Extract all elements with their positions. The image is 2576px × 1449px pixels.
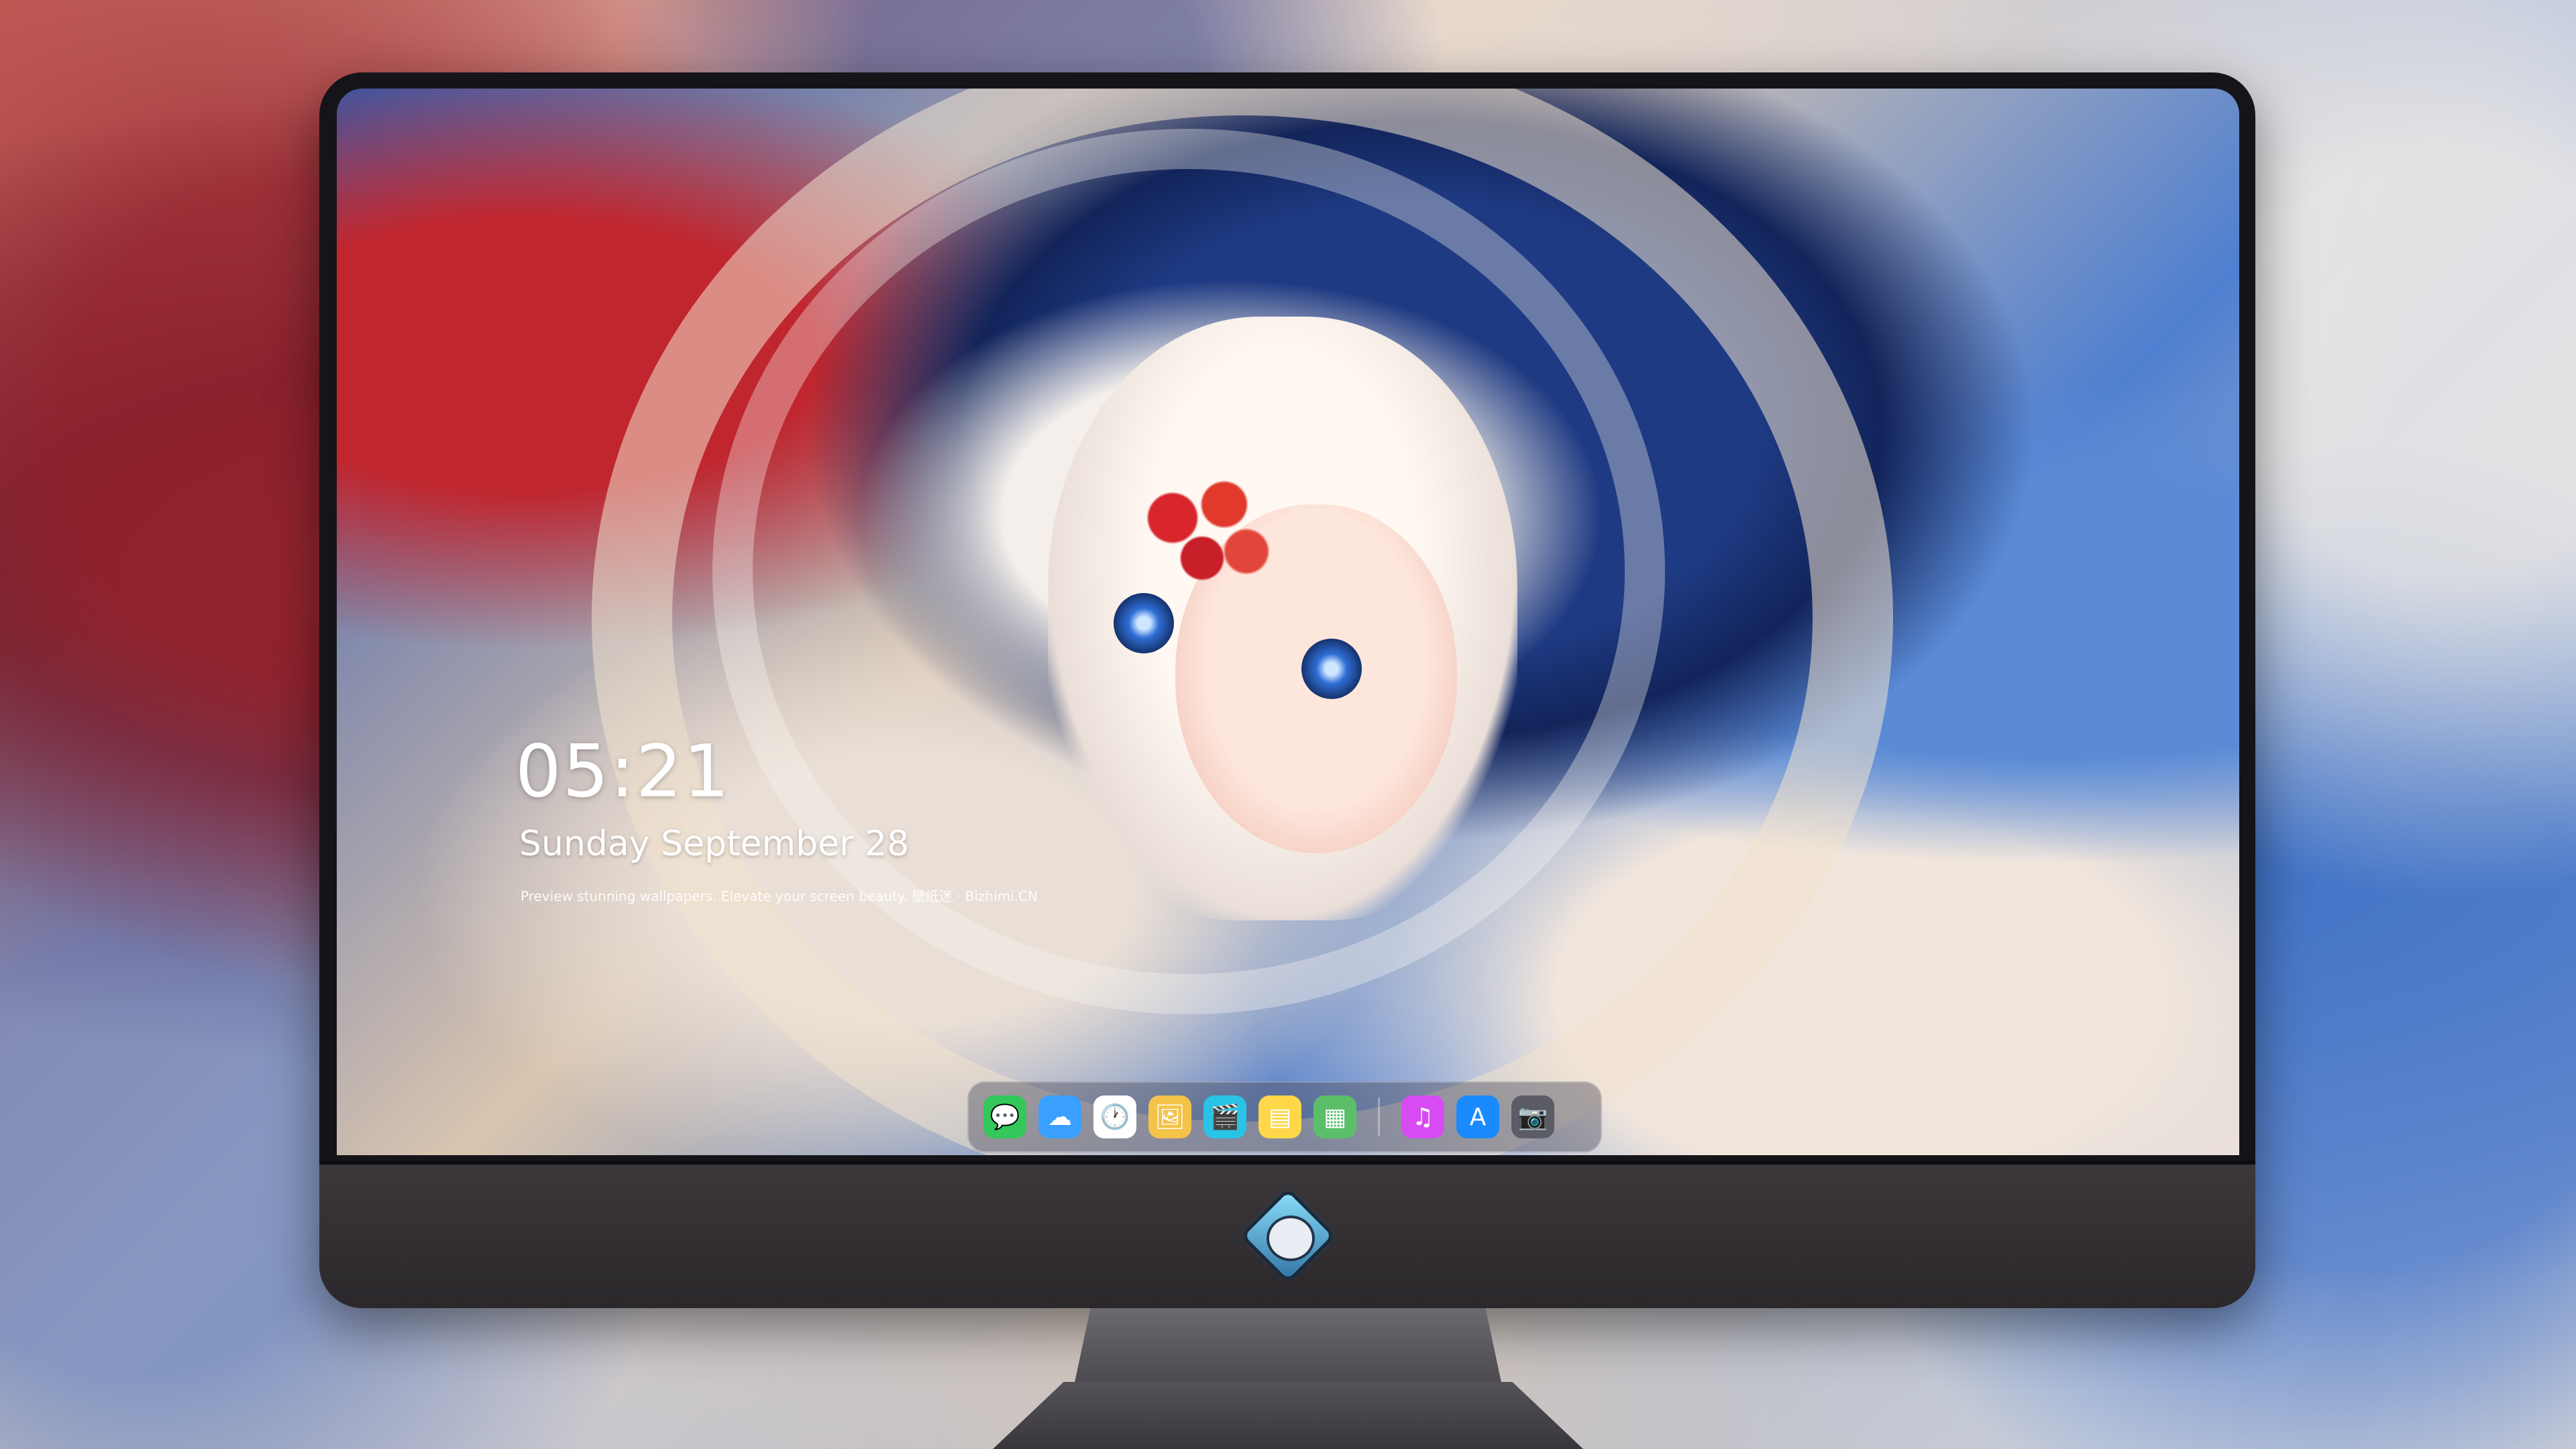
messages-icon[interactable]: 💬 <box>983 1095 1026 1138</box>
monitor-stand-base <box>993 1382 1583 1449</box>
weather-icon[interactable]: ☁ <box>1038 1095 1081 1138</box>
wallpaper-eye-left <box>1114 593 1174 653</box>
wallpaper-tagline: Preview stunning wallpapers. Elevate you… <box>521 888 1038 904</box>
clock-icon[interactable]: 🕐 <box>1093 1095 1136 1138</box>
camera-icon[interactable]: 📷 <box>1511 1095 1554 1138</box>
music-icon[interactable]: ♫ <box>1401 1095 1444 1138</box>
app-store-icon[interactable]: A <box>1456 1095 1499 1138</box>
brand-logo-mascot-icon <box>1267 1216 1315 1261</box>
wallpaper-eye-right <box>1301 639 1362 699</box>
notes-icon[interactable]: ▤ <box>1258 1095 1301 1138</box>
lock-clock: 05:21 <box>515 730 731 814</box>
wallpaper-flowers <box>1128 464 1276 598</box>
preview-icon[interactable]: 🖼 <box>1148 1095 1191 1138</box>
lock-date: Sunday September 28 <box>519 824 910 864</box>
monitor-stand-neck <box>1073 1308 1503 1389</box>
clapperboard-icon[interactable]: 🎬 <box>1203 1095 1246 1138</box>
dock-separator <box>1378 1097 1380 1136</box>
desktop-screen: 05:21 Sunday September 28 Preview stunni… <box>337 89 2239 1155</box>
dock: 💬 ☁ 🕐 🖼 🎬 ▤ ▦ ♫ A 📷 <box>967 1081 1602 1152</box>
photos-icon[interactable]: ▦ <box>1313 1095 1356 1138</box>
